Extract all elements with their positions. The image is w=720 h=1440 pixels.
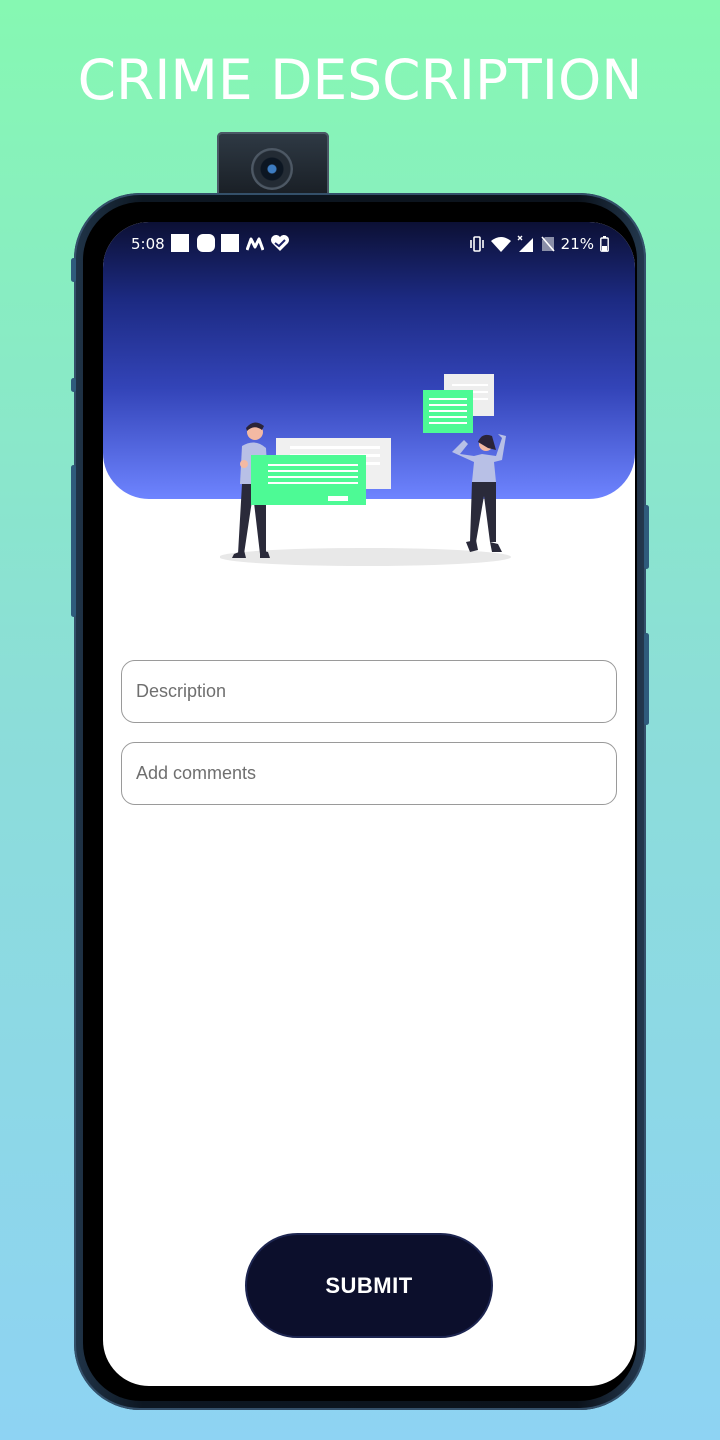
battery-percent: 21% <box>560 235 594 253</box>
system-status-icons: 21% <box>469 235 609 253</box>
popup-camera <box>217 132 329 202</box>
square-icon <box>221 234 239 252</box>
phone-bezel: 5:08 21% Description Add comments SUBMIT <box>83 202 637 1401</box>
heart-check-icon <box>271 235 289 251</box>
signal-icon <box>517 235 533 252</box>
wifi-icon <box>490 237 511 252</box>
vibrate-icon <box>469 236 484 252</box>
app-screen: 5:08 21% Description Add comments SUBMIT <box>103 222 635 1386</box>
status-bar: 5:08 21% <box>103 222 635 266</box>
no-sim-icon <box>541 236 555 252</box>
comments-input[interactable] <box>121 742 617 805</box>
phone-side-button <box>71 465 76 617</box>
battery-icon <box>600 236 609 252</box>
phone-side-button <box>644 633 649 725</box>
rounded-square-icon <box>197 234 215 252</box>
status-time: 5:08 <box>131 235 165 253</box>
description-input[interactable] <box>121 660 617 723</box>
people-messaging-illustration <box>220 374 511 566</box>
phone-side-button <box>644 505 649 569</box>
phone-side-button <box>71 258 76 282</box>
phone-frame: 5:08 21% Description Add comments SUBMIT <box>71 193 649 1410</box>
m-app-icon <box>246 237 264 251</box>
camera-lens-icon <box>251 148 293 190</box>
submit-button[interactable]: SUBMIT <box>245 1233 493 1338</box>
phone-side-button <box>71 378 76 392</box>
square-icon <box>171 234 189 252</box>
page-title: CRIME DESCRIPTION <box>77 48 643 112</box>
